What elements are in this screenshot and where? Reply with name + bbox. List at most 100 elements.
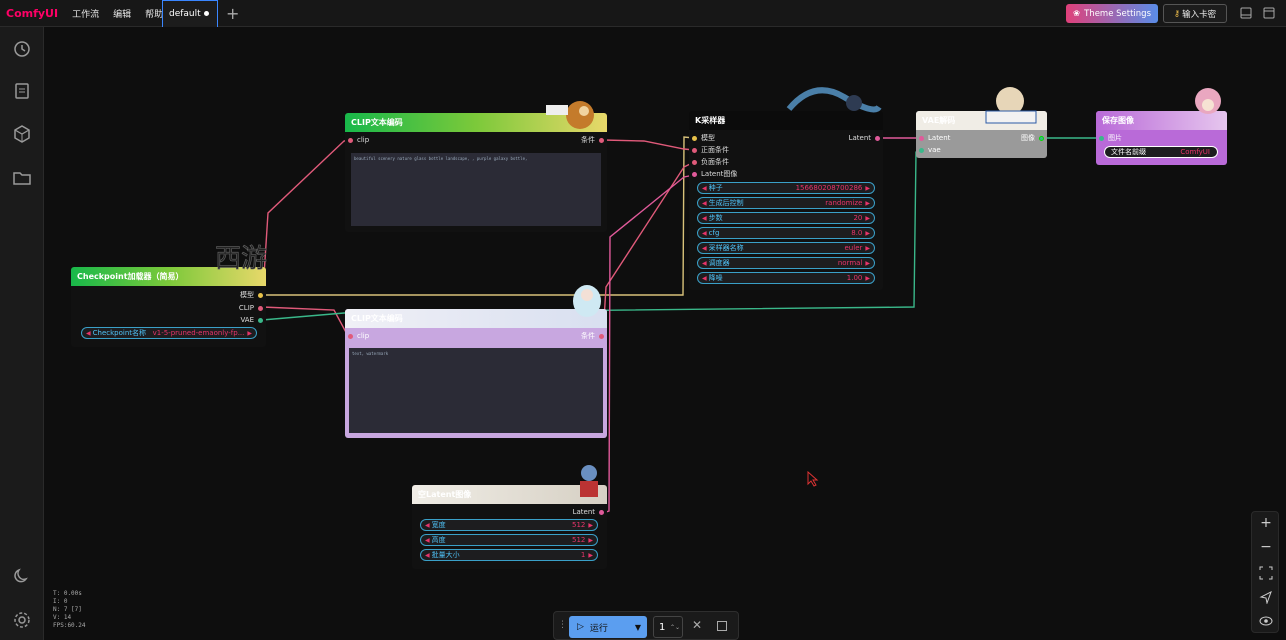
- menu-edit[interactable]: 编辑: [113, 7, 131, 20]
- node-clip-text-encode-negative[interactable]: CLIP文本编码 clip 条件 text, watermark: [345, 285, 607, 438]
- input-slot-latent[interactable]: Latent: [919, 133, 950, 143]
- arrow-right-icon[interactable]: ▶: [588, 552, 593, 559]
- enter-key-label: 输入卡密: [1182, 9, 1217, 20]
- node-save-image[interactable]: 保存图像 图片 文件名前缀 ComfyUI: [1096, 88, 1227, 165]
- gear-icon[interactable]: [12, 610, 32, 630]
- slot-label: 模型: [240, 291, 254, 299]
- output-slot-latent[interactable]: Latent: [849, 133, 880, 143]
- graph-canvas[interactable]: CLIP文本编码 clip 条件 beautiful scenery natur…: [44, 27, 1286, 640]
- zoom-out-icon[interactable]: −: [1259, 540, 1273, 554]
- output-slot-conditioning[interactable]: 条件: [581, 135, 604, 145]
- menu-workflow[interactable]: 工作流: [72, 7, 99, 20]
- node-checkpoint-loader[interactable]: Checkpoint加载器（简易） 模型 CLIP VAE ◀ Checkpoi…: [71, 244, 267, 347]
- arrow-left-icon[interactable]: ◀: [425, 552, 430, 559]
- run-button[interactable]: ▷ 运行 ▼: [569, 616, 647, 638]
- arrow-left-icon[interactable]: ◀: [702, 230, 707, 237]
- input-slot-vae[interactable]: vae: [919, 145, 941, 155]
- input-slot-latent-image[interactable]: Latent图像: [692, 169, 737, 179]
- slot-dot-icon: [258, 317, 263, 323]
- cfg-widget[interactable]: ◀ cfg 8.0 ▶: [697, 227, 875, 239]
- arrow-right-icon[interactable]: ▶: [865, 245, 870, 252]
- arrow-left-icon[interactable]: ◀: [702, 275, 707, 282]
- input-slot-clip[interactable]: clip: [348, 331, 369, 341]
- control-after-generate-widget[interactable]: ◀ 生成后控制 randomize ▶: [697, 197, 875, 209]
- node-vae-decode[interactable]: VAE解码 Latent vae 图像: [916, 87, 1047, 158]
- panel-bottom-icon[interactable]: [1240, 7, 1252, 19]
- widget-label: cfg: [708, 229, 720, 237]
- width-widget[interactable]: ◀ 宽度 512 ▶: [420, 519, 598, 531]
- output-slot-conditioning[interactable]: 条件: [581, 331, 604, 341]
- arrow-right-icon[interactable]: ▶: [865, 230, 870, 237]
- output-slot-clip[interactable]: CLIP: [239, 303, 263, 313]
- arrow-right-icon[interactable]: ▶: [865, 215, 870, 222]
- arrow-left-icon[interactable]: ◀: [702, 185, 707, 192]
- arrow-right-icon[interactable]: ▶: [865, 200, 870, 207]
- filename-prefix-widget[interactable]: 文件名前缀 ComfyUI: [1104, 146, 1218, 158]
- arrow-right-icon[interactable]: ▶: [247, 330, 252, 337]
- checkpoint-name-widget[interactable]: ◀ Checkpoint名称 v1-5-pruned-emaonly-fp...…: [81, 327, 257, 339]
- arrow-left-icon[interactable]: ◀: [86, 330, 91, 337]
- stat-nodes: N: 7 [7]: [53, 606, 82, 613]
- widget-label: 生成后控制: [708, 199, 744, 207]
- arrow-left-icon[interactable]: ◀: [425, 522, 430, 529]
- moon-icon[interactable]: [12, 566, 32, 586]
- slot-label: Latent: [848, 134, 871, 142]
- menu-help[interactable]: 帮助: [145, 7, 163, 20]
- widget-label: Checkpoint名称: [92, 329, 147, 337]
- tab-default[interactable]: default: [162, 0, 218, 27]
- input-slot-positive[interactable]: 正面条件: [692, 145, 729, 155]
- arrow-right-icon[interactable]: ▶: [865, 260, 870, 267]
- zoom-in-icon[interactable]: +: [1259, 516, 1273, 530]
- input-slot-clip[interactable]: clip: [348, 135, 369, 145]
- arrow-left-icon[interactable]: ◀: [425, 537, 430, 544]
- height-widget[interactable]: ◀ 高度 512 ▶: [420, 534, 598, 546]
- enter-key-button[interactable]: ⚷ 输入卡密: [1163, 4, 1227, 23]
- chevron-down-icon[interactable]: ▼: [635, 623, 641, 632]
- cube-icon[interactable]: [12, 124, 32, 144]
- folder-icon[interactable]: [12, 168, 32, 188]
- arrow-left-icon[interactable]: ◀: [702, 200, 707, 207]
- arrow-left-icon[interactable]: ◀: [702, 215, 707, 222]
- batch-size-widget[interactable]: ◀ 批量大小 1 ▶: [420, 549, 598, 561]
- prompt-textarea[interactable]: beautiful scenery nature glass bottle la…: [351, 153, 601, 226]
- output-slot-image[interactable]: 图像: [1021, 133, 1044, 143]
- sampler-name-widget[interactable]: ◀ 采样器名称 euler ▶: [697, 242, 875, 254]
- history-icon[interactable]: [12, 39, 32, 59]
- arrow-left-icon[interactable]: ◀: [702, 260, 707, 267]
- widget-value: 1.00: [846, 274, 863, 282]
- fit-view-icon[interactable]: [1259, 566, 1273, 580]
- navigate-icon[interactable]: [1259, 590, 1273, 604]
- panel-right-icon[interactable]: [1263, 7, 1275, 19]
- batch-count-input[interactable]: 1 ⌃⌄: [653, 616, 683, 638]
- node-ksampler[interactable]: K采样器 模型 正面条件 负面条件 Latent图像 Latent ◀ 种子 156…: [689, 87, 883, 290]
- app-logo: ComfyUI: [6, 6, 59, 20]
- input-slot-negative[interactable]: 负面条件: [692, 157, 729, 167]
- queue-icon[interactable]: [12, 81, 32, 101]
- theme-settings-button[interactable]: ❀ Theme Settings: [1066, 4, 1158, 23]
- scheduler-widget[interactable]: ◀ 调度器 normal ▶: [697, 257, 875, 269]
- add-tab-icon[interactable]: +: [226, 4, 239, 23]
- widget-label: 采样器名称: [708, 244, 744, 252]
- arrow-right-icon[interactable]: ▶: [865, 185, 870, 192]
- stop-icon[interactable]: [717, 621, 727, 631]
- denoise-widget[interactable]: ◀ 降噪 1.00 ▶: [697, 272, 875, 284]
- steps-widget[interactable]: ◀ 步数 20 ▶: [697, 212, 875, 224]
- stepper-icon[interactable]: ⌃⌄: [670, 624, 680, 631]
- eye-icon[interactable]: [1259, 614, 1273, 628]
- arrow-left-icon[interactable]: ◀: [702, 245, 707, 252]
- output-slot-model[interactable]: 模型: [240, 290, 263, 300]
- seed-widget[interactable]: ◀ 种子 156680208700286 ▶: [697, 182, 875, 194]
- render-stats: T: 0.00s I: 0 N: 7 [7] V: 14 FPS:60.24: [53, 590, 86, 630]
- drag-handle-icon[interactable]: ⋮: [558, 620, 567, 630]
- arrow-right-icon[interactable]: ▶: [588, 537, 593, 544]
- node-clip-text-encode-positive[interactable]: CLIP文本编码 clip 条件 beautiful scenery natur…: [345, 101, 607, 232]
- close-icon[interactable]: ✕: [692, 618, 702, 632]
- input-slot-images[interactable]: 图片: [1099, 133, 1122, 143]
- arrow-right-icon[interactable]: ▶: [588, 522, 593, 529]
- prompt-textarea[interactable]: text, watermark: [349, 348, 603, 433]
- output-slot-latent[interactable]: Latent: [573, 507, 604, 517]
- output-slot-vae[interactable]: VAE: [240, 315, 263, 325]
- node-empty-latent-image[interactable]: 空Latent图像 Latent ◀ 宽度 512 ▶ ◀ 高度 512 ▶ ◀ 批量大小 1 ▶: [412, 465, 607, 569]
- arrow-right-icon[interactable]: ▶: [865, 275, 870, 282]
- input-slot-model[interactable]: 模型: [692, 133, 715, 143]
